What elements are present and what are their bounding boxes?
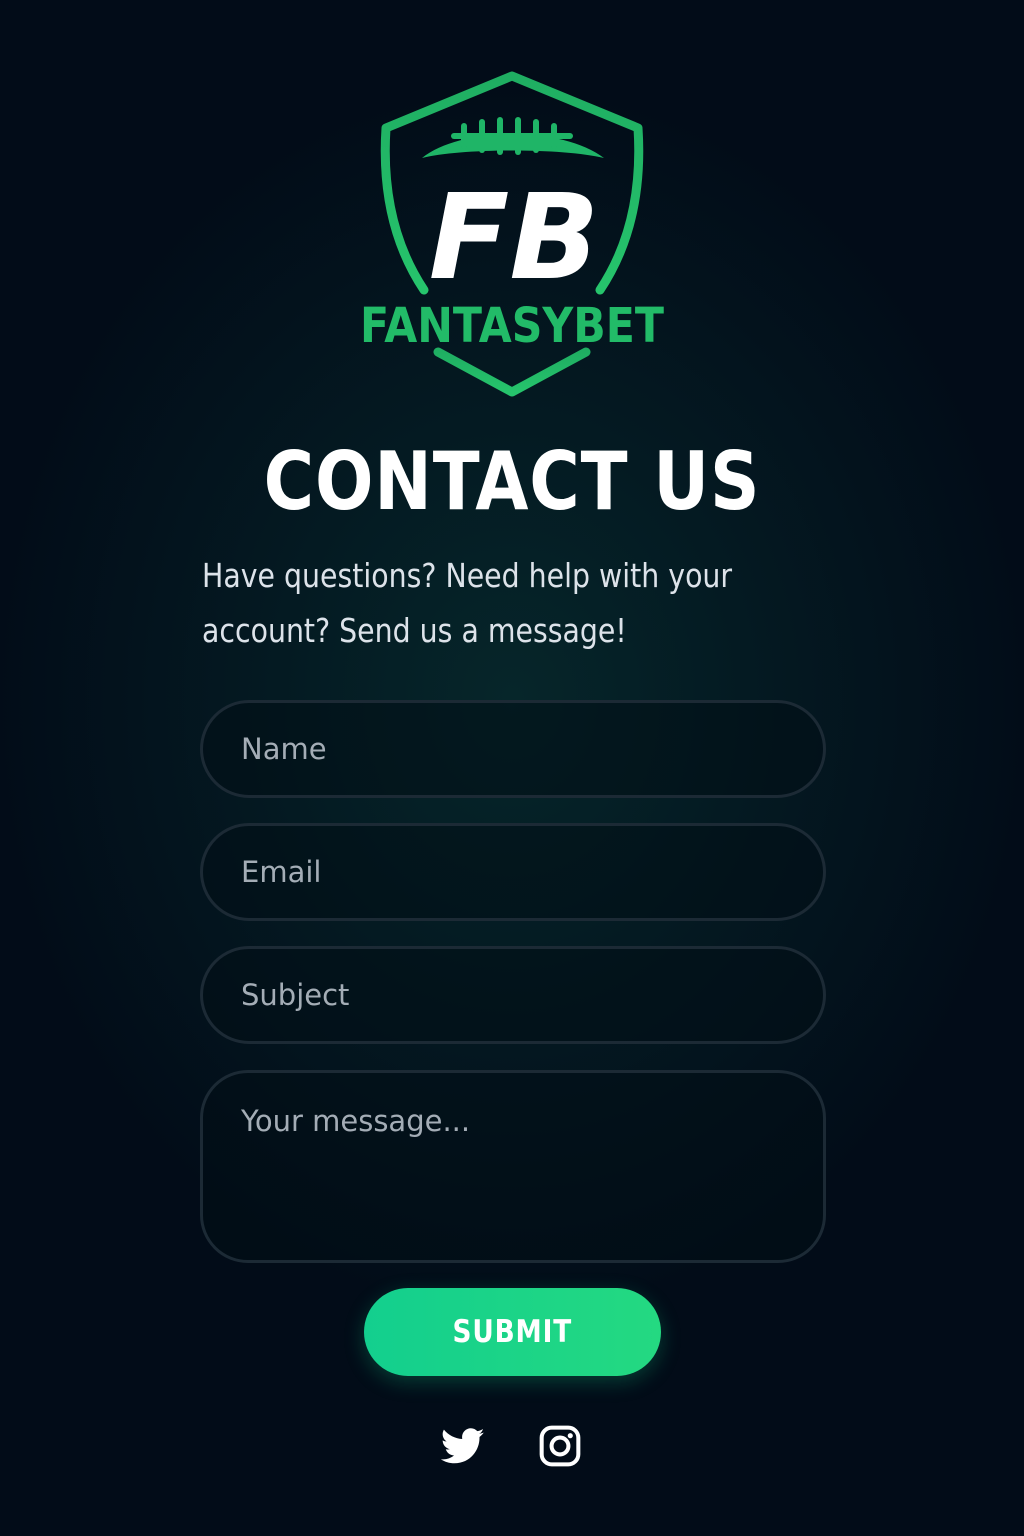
instagram-icon[interactable] — [538, 1424, 582, 1468]
subject-input[interactable] — [200, 946, 826, 1044]
submit-button-label: SUBMIT — [452, 1314, 573, 1350]
page-title: CONTACT US — [263, 435, 761, 528]
email-input[interactable] — [200, 823, 826, 921]
fantasybet-logo: FB FANTASYBET — [352, 70, 672, 400]
subtitle-line-2: account? Send us a message! — [202, 611, 627, 650]
submit-button[interactable]: SUBMIT — [364, 1288, 661, 1376]
contact-page: FB FANTASYBET CONTACT US Have questions?… — [0, 0, 1024, 1536]
page-subtitle: Have questions? Need help with your acco… — [202, 548, 735, 658]
logo-wordmark: FANTASYBET — [360, 298, 664, 354]
logo-monogram: FB — [429, 168, 600, 306]
twitter-icon[interactable] — [440, 1424, 485, 1468]
message-textarea[interactable] — [200, 1070, 826, 1263]
subtitle-line-1: Have questions? Need help with your — [202, 556, 733, 595]
name-input[interactable] — [200, 700, 826, 798]
